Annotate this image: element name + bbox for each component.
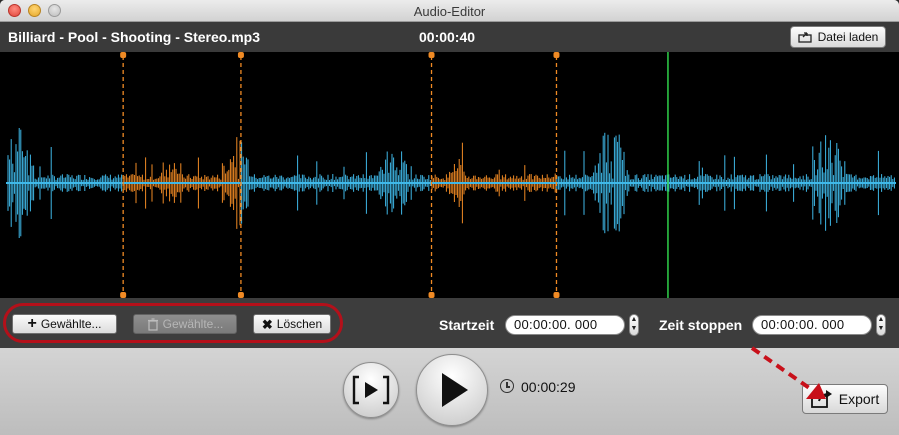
start-time-field[interactable]: 00:00:00. 000 [505, 315, 625, 335]
selection-marker-handle[interactable] [553, 52, 560, 58]
clear-label: Löschen [276, 317, 323, 331]
waveform-samples [6, 128, 896, 238]
audio-editor-window: Audio-Editor Billiard - Pool - Shooting … [0, 0, 899, 435]
trash-icon [147, 317, 158, 331]
play-icon [442, 373, 468, 407]
stop-time-field[interactable]: 00:00:00. 000 [752, 315, 872, 335]
playback-position: 00:00:29 [521, 379, 576, 395]
plus-icon: + [27, 315, 37, 332]
selection-marker-handle[interactable] [120, 52, 127, 58]
selection-marker-handle[interactable] [428, 52, 435, 58]
stop-time-stepper[interactable]: ▲ ▼ [876, 314, 886, 336]
clock-icon [500, 379, 514, 393]
file-name: Billiard - Pool - Shooting - Stereo.mp3 [8, 29, 261, 45]
total-duration: 00:00:40 [419, 29, 476, 45]
window-title: Audio-Editor [413, 4, 486, 19]
play-selection-button[interactable] [343, 362, 399, 418]
x-icon: ✖ [261, 316, 273, 332]
stop-time-label: Zeit stoppen [659, 317, 743, 333]
start-time-label: Startzeit [439, 317, 495, 333]
selection-marker-handle[interactable] [237, 52, 244, 58]
export-label: Export [838, 391, 880, 407]
export-icon [810, 390, 832, 408]
clear-button[interactable]: ✖ Löschen [253, 314, 331, 334]
delete-selected-label: Gewählte... [162, 317, 224, 331]
start-time-stepper[interactable]: ▲ ▼ [629, 314, 639, 336]
play-selection-icon [352, 375, 390, 405]
waveform-view[interactable] [0, 52, 899, 298]
load-file-label: Datei laden [817, 30, 879, 44]
delete-selected-button[interactable]: Gewählte... [133, 314, 237, 334]
load-file-icon [797, 32, 812, 43]
add-selected-label: Gewählte... [40, 317, 102, 331]
export-button[interactable]: Export [802, 384, 888, 414]
waveform-svg [6, 52, 896, 298]
load-file-button[interactable]: Datei laden [790, 26, 886, 48]
play-button[interactable] [416, 354, 488, 426]
titlebar: Audio-Editor [0, 0, 899, 22]
add-selected-button[interactable]: + Gewählte... [12, 314, 117, 334]
file-header: Billiard - Pool - Shooting - Stereo.mp3 … [0, 22, 899, 52]
